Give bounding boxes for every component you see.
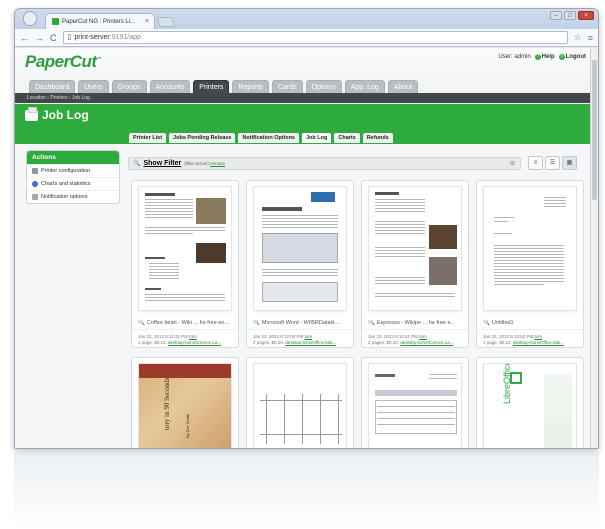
job-title: Untitled1 <box>491 320 514 326</box>
job-user-link[interactable]: tom <box>419 334 427 339</box>
printer-icon <box>25 107 38 121</box>
job-card[interactable]: 🔍 Coffee bean - Wiki ... he free en... Ja… <box>131 180 239 348</box>
view-mode-buttons: ≡ ☰ ▦ <box>528 156 577 170</box>
actions-panel: Actions Printer configuration Charts and… <box>26 150 120 204</box>
nav-printers[interactable]: Printers <box>193 80 230 94</box>
view-details-icon[interactable]: ☰ <box>545 156 560 170</box>
job-printer-link[interactable]: desktop-bomiScience.La... <box>168 340 221 345</box>
filter-bar: 🔍 Show Filter (filter active) remove ⊞ <box>128 157 521 170</box>
job-user-link[interactable]: tom <box>189 334 197 339</box>
remove-filter-link[interactable]: remove <box>210 161 225 166</box>
magnify-icon: 🔍 <box>368 320 375 326</box>
page-title: Job Log <box>42 108 89 122</box>
actions-title: Actions <box>27 151 119 164</box>
main-nav: Dashboard Users Groups Accounts Printers… <box>29 80 419 94</box>
logout-icon: × <box>558 54 565 60</box>
app-header: PaperCut™ User: admin ? Help × Logout Dash… <box>15 48 592 112</box>
job-printer-link[interactable]: desktop-bomiScience.La... <box>400 340 453 345</box>
job-date: Jan 22, 2013 6:11:61 PM <box>368 334 418 339</box>
job-thumbnail[interactable] <box>368 363 462 448</box>
job-detail: 1 page, $0.10, <box>483 340 512 345</box>
job-thumbnail[interactable] <box>138 186 232 311</box>
job-card[interactable]: 🔍 Espresso - Wikipe ... he free e... Jan … <box>361 180 469 348</box>
job-printer-link[interactable]: desktop-bomiOffice.Mai... <box>513 340 564 345</box>
nav-app-log[interactable]: App. Log <box>344 80 385 94</box>
job-thumbnail[interactable] <box>483 186 577 311</box>
job-title: Espresso - Wikipe ... he free e... <box>376 320 456 326</box>
nav-accounts[interactable]: Accounts <box>149 80 191 94</box>
nav-users[interactable]: Users <box>78 80 109 94</box>
view-grid-icon[interactable]: ▦ <box>562 156 577 170</box>
job-card[interactable] <box>246 357 354 448</box>
magnify-icon: 🔍 <box>483 320 490 326</box>
help-link[interactable]: ? Help <box>534 54 555 60</box>
job-date: Jan 22, 2013 6:12:04 PM <box>253 334 304 339</box>
job-title: Coffee bean - Wiki ... he free en... <box>146 320 229 326</box>
tab-printer-list[interactable]: Printer List <box>129 133 167 143</box>
nav-groups[interactable]: Groups <box>111 80 147 94</box>
action-notification-options[interactable]: Notification options <box>27 190 119 203</box>
nav-reports[interactable]: Reports <box>232 80 269 94</box>
gear-icon <box>32 194 38 200</box>
job-detail: 2 pages, $0.20, <box>368 340 400 345</box>
show-filter-link[interactable]: Show Filter <box>143 160 181 167</box>
action-charts-and-statistics[interactable]: Charts and statistics <box>27 177 119 190</box>
logout-link[interactable]: × Logout <box>558 54 586 60</box>
job-thumbnail[interactable] <box>253 186 347 311</box>
job-detail: 1 page, $0.10, <box>138 340 167 345</box>
nav-about[interactable]: About <box>387 80 419 94</box>
job-card[interactable] <box>361 357 469 448</box>
job-card[interactable]: 🔍 Untitled1 Jan 22, 2013 6:10:52 PM tom 1… <box>476 180 584 348</box>
job-date: Jan 22, 2013 6:10:52 PM <box>483 334 534 339</box>
job-user-link[interactable]: tom <box>535 334 543 339</box>
tab-jobs-pending-release[interactable]: Jobs Pending Release <box>169 133 236 143</box>
magnify-icon: 🔍 <box>253 320 260 326</box>
reflection <box>14 452 599 529</box>
job-detail: 2 pages, $0.20, <box>253 340 285 345</box>
wrench-icon <box>32 168 38 174</box>
book-author: By Zoe Smith <box>185 413 190 438</box>
page-title-bar: Job Log Printer List Jobs Pending Releas… <box>15 104 592 144</box>
job-user-link[interactable]: tom <box>305 334 313 339</box>
job-printer-link[interactable]: desktop-bomiOffice.Mai... <box>285 340 336 345</box>
user-label: User: admin <box>498 54 531 60</box>
nav-cards[interactable]: Cards <box>271 80 303 94</box>
tab-notification-options[interactable]: Notification Options <box>238 133 299 143</box>
job-thumbnail[interactable]: LibreOffice <box>483 363 577 448</box>
job-card[interactable]: LibreOffice <box>476 357 584 448</box>
job-date: Jan 22, 2013 6:11:32 PM <box>138 334 188 339</box>
job-thumbnail[interactable]: tory in 90 Seconds By Zoe Smith <box>138 363 232 448</box>
filter-note: (filter active) <box>184 161 209 166</box>
libreoffice-logo: LibreOffice <box>502 363 512 404</box>
papercut-logo: PaperCut™ <box>25 52 102 71</box>
book-title: tory in 90 Seconds <box>163 377 171 430</box>
tab-charts[interactable]: Charts <box>334 133 360 143</box>
job-thumbnail[interactable] <box>253 363 347 448</box>
job-card[interactable]: 🔍 Microsoft Word - W05RDataH... Jan 22, 2… <box>246 180 354 348</box>
filter-toggle-icon[interactable]: ⊞ <box>510 160 515 167</box>
view-list-icon[interactable]: ≡ <box>528 156 543 170</box>
user-bar: User: admin ? Help × Logout <box>498 54 586 60</box>
content-area: Actions Printer configuration Charts and… <box>15 144 592 448</box>
job-card[interactable]: tory in 90 Seconds By Zoe Smith <box>131 357 239 448</box>
search-icon: 🔍 <box>133 161 141 167</box>
tab-job-log[interactable]: Job Log <box>302 133 332 143</box>
job-title: Microsoft Word - W05RDataH... <box>261 320 340 326</box>
sub-tabs: Printer List Jobs Pending Release Notifi… <box>129 133 393 143</box>
papercut-app: PaperCut™ User: admin ? Help × Logout Dash… <box>15 48 592 448</box>
page-scrollbar[interactable] <box>590 48 598 448</box>
action-printer-configuration[interactable]: Printer configuration <box>27 164 119 177</box>
nav-dashboard[interactable]: Dashboard <box>29 80 76 94</box>
job-thumbnail[interactable] <box>368 186 462 311</box>
scrollbar-thumb[interactable] <box>592 60 597 200</box>
nav-options[interactable]: Options <box>305 80 342 94</box>
tab-refunds[interactable]: Refunds <box>362 133 393 143</box>
pie-chart-icon <box>32 181 38 187</box>
magnify-icon: 🔍 <box>138 320 145 326</box>
help-icon: ? <box>534 54 541 60</box>
breadcrumb: Location › Printers › Job Log <box>15 93 592 103</box>
